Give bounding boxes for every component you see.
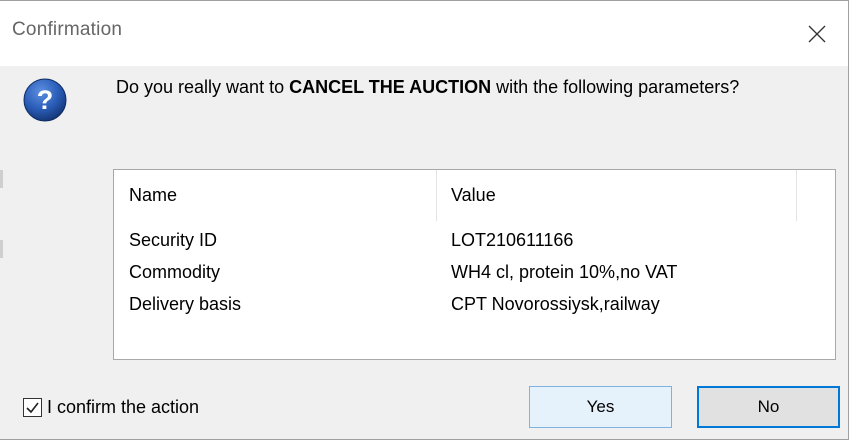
yes-button[interactable]: Yes [529, 386, 672, 428]
cell-value: WH4 cl, protein 10%,no VAT [451, 262, 678, 282]
close-button[interactable] [786, 1, 848, 66]
column-header-value[interactable]: Value [451, 185, 496, 206]
cell-name: Security ID [129, 230, 218, 250]
table-header: Name Value [114, 170, 835, 221]
cell-value: LOT210611166 [451, 230, 574, 250]
cell-name: Commodity [129, 262, 221, 282]
confirmation-message: Do you really want to CANCEL THE AUCTION… [116, 75, 816, 100]
checkbox-box[interactable] [23, 398, 42, 417]
message-emphasis: CANCEL THE AUCTION [289, 77, 492, 97]
background-window-edge [0, 170, 3, 188]
column-header-name[interactable]: Name [129, 185, 177, 206]
message-prefix: Do you really want to [116, 77, 290, 97]
column-divider[interactable] [796, 170, 797, 221]
confirmation-dialog: Confirmation ? Do you really want to CAN… [0, 0, 849, 440]
close-icon [808, 25, 826, 42]
message-suffix: with the following parameters? [491, 77, 740, 97]
cell-name: Delivery basis [129, 294, 242, 314]
table-row[interactable]: Security ID LOT210611166 [114, 230, 835, 260]
table-row[interactable]: Commodity WH4 cl, protein 10%,no VAT [114, 262, 835, 292]
column-divider[interactable] [436, 170, 437, 221]
confirm-action-checkbox[interactable]: I confirm the action [23, 397, 199, 418]
confirm-action-label: I confirm the action [47, 397, 200, 417]
title-bar: Confirmation [0, 1, 848, 66]
no-button[interactable]: No [697, 386, 840, 428]
dialog-title: Confirmation [12, 19, 123, 40]
cell-value: CPT Novorossiysk,railway [451, 294, 660, 314]
svg-text:?: ? [37, 85, 54, 115]
table-row[interactable]: Delivery basis CPT Novorossiysk,railway [114, 294, 835, 324]
background-window-edge [0, 240, 3, 258]
question-icon: ? [23, 78, 67, 122]
parameters-table: Name Value Security ID LOT210611166 Comm… [113, 169, 836, 360]
check-icon [26, 402, 39, 414]
